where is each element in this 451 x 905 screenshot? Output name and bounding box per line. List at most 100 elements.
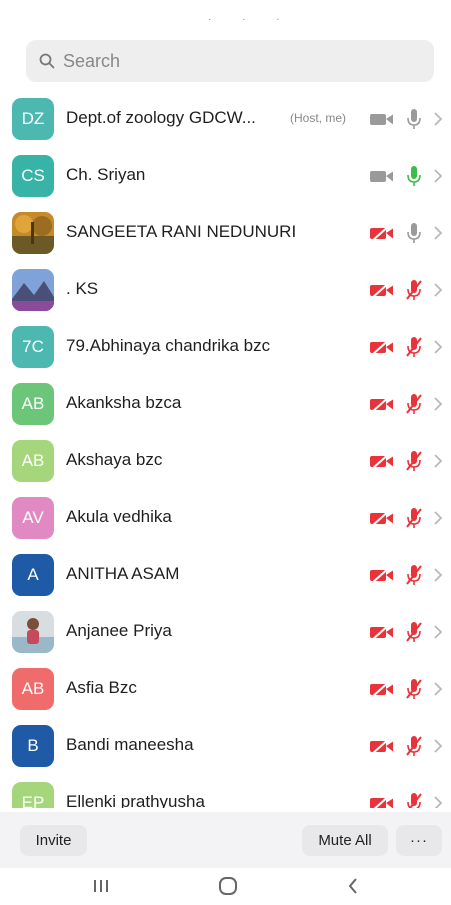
participant-name: 79.Abhinaya chandrika bzc bbox=[66, 336, 271, 355]
participant-list[interactable]: DZ Dept.of zoology GDCW... (Host, me) CS Ch… bbox=[0, 90, 451, 808]
home-icon[interactable] bbox=[213, 874, 243, 898]
chevron-right-icon[interactable] bbox=[433, 681, 443, 697]
host-tag: (Host, me) bbox=[290, 111, 347, 125]
mic-on-icon[interactable] bbox=[405, 165, 423, 187]
avatar bbox=[12, 212, 54, 254]
participant-controls bbox=[369, 621, 443, 643]
participant-row[interactable]: SANGEETA RANI NEDUNURI bbox=[0, 204, 451, 261]
avatar: AB bbox=[12, 383, 54, 425]
mic-muted-icon[interactable] bbox=[405, 450, 423, 472]
participant-controls bbox=[369, 792, 443, 808]
search-input[interactable]: Search bbox=[26, 40, 434, 82]
video-off-icon[interactable] bbox=[369, 281, 395, 299]
chevron-right-icon[interactable] bbox=[433, 339, 443, 355]
chevron-right-icon[interactable] bbox=[433, 396, 443, 412]
mic-muted-icon[interactable] bbox=[405, 792, 423, 808]
chevron-right-icon[interactable] bbox=[433, 225, 443, 241]
chevron-right-icon[interactable] bbox=[433, 282, 443, 298]
participant-row[interactable]: AB Akshaya bzc bbox=[0, 432, 451, 489]
participant-name: Akanksha bzca bbox=[66, 393, 182, 412]
chevron-right-icon[interactable] bbox=[433, 738, 443, 754]
participant-name: ANITHA ASAM bbox=[66, 564, 180, 583]
video-off-icon[interactable] bbox=[369, 680, 395, 698]
participant-row[interactable]: AB Akanksha bzca bbox=[0, 375, 451, 432]
chevron-right-icon[interactable] bbox=[433, 567, 443, 583]
participant-name: Anjanee Priya bbox=[66, 621, 172, 640]
participant-name: Ch. Sriyan bbox=[66, 165, 146, 184]
participant-row[interactable]: . KS bbox=[0, 261, 451, 318]
avatar: B bbox=[12, 725, 54, 767]
participant-row[interactable]: A ANITHA ASAM bbox=[0, 546, 451, 603]
participant-name: . KS bbox=[66, 279, 99, 298]
participant-row[interactable]: EP Ellenki prathyusha bbox=[0, 774, 451, 808]
recent-apps-icon[interactable] bbox=[86, 874, 116, 898]
participant-row[interactable]: AB Asfia Bzc bbox=[0, 660, 451, 717]
participant-row[interactable]: AV Akula vedhika bbox=[0, 489, 451, 546]
mic-on-icon[interactable] bbox=[405, 222, 423, 244]
video-on-icon[interactable] bbox=[369, 110, 395, 128]
avatar: AB bbox=[12, 668, 54, 710]
back-icon[interactable] bbox=[338, 874, 368, 898]
video-off-icon[interactable] bbox=[369, 623, 395, 641]
participant-name: Akshaya bzc bbox=[66, 450, 163, 469]
mic-muted-icon[interactable] bbox=[405, 621, 423, 643]
video-off-icon[interactable] bbox=[369, 452, 395, 470]
mic-muted-icon[interactable] bbox=[405, 393, 423, 415]
chevron-right-icon[interactable] bbox=[433, 111, 443, 127]
participant-controls bbox=[369, 393, 443, 415]
status-strip: · · · bbox=[0, 0, 451, 34]
mic-muted-icon[interactable] bbox=[405, 279, 423, 301]
participant-name: Ellenki prathyusha bbox=[66, 792, 205, 808]
participant-row[interactable]: DZ Dept.of zoology GDCW... (Host, me) bbox=[0, 90, 451, 147]
participant-row[interactable]: 7C 79.Abhinaya chandrika bzc bbox=[0, 318, 451, 375]
participant-name: Dept.of zoology GDCW... bbox=[66, 108, 256, 127]
search-placeholder: Search bbox=[63, 51, 121, 71]
participant-controls bbox=[369, 108, 443, 130]
avatar: EP bbox=[12, 782, 54, 808]
mic-muted-icon[interactable] bbox=[405, 336, 423, 358]
video-off-icon[interactable] bbox=[369, 737, 395, 755]
video-on-icon[interactable] bbox=[369, 167, 395, 185]
mic-on-icon[interactable] bbox=[405, 108, 423, 130]
mic-muted-icon[interactable] bbox=[405, 735, 423, 757]
participant-name: Asfia Bzc bbox=[66, 678, 137, 697]
mic-muted-icon[interactable] bbox=[405, 507, 423, 529]
mic-muted-icon[interactable] bbox=[405, 678, 423, 700]
status-dots: · · · bbox=[208, 14, 294, 25]
avatar: AV bbox=[12, 497, 54, 539]
participant-controls bbox=[369, 450, 443, 472]
participant-row[interactable]: CS Ch. Sriyan bbox=[0, 147, 451, 204]
chevron-right-icon[interactable] bbox=[433, 168, 443, 184]
avatar: DZ bbox=[12, 98, 54, 140]
chevron-right-icon[interactable] bbox=[433, 624, 443, 640]
participant-row[interactable]: B Bandi maneesha bbox=[0, 717, 451, 774]
participant-controls bbox=[369, 678, 443, 700]
participant-name: SANGEETA RANI NEDUNURI bbox=[66, 222, 297, 241]
video-off-icon[interactable] bbox=[369, 224, 395, 242]
avatar bbox=[12, 611, 54, 653]
video-off-icon[interactable] bbox=[369, 509, 395, 527]
search-icon bbox=[39, 53, 55, 69]
invite-button[interactable]: Invite bbox=[20, 825, 87, 856]
chevron-right-icon[interactable] bbox=[433, 453, 443, 469]
mute-all-button[interactable]: Mute All bbox=[302, 825, 388, 856]
participant-controls bbox=[369, 222, 443, 244]
participant-row[interactable]: Anjanee Priya bbox=[0, 603, 451, 660]
chevron-right-icon[interactable] bbox=[433, 795, 443, 808]
more-options-button[interactable]: ··· bbox=[396, 825, 442, 856]
participant-name: Akula vedhika bbox=[66, 507, 172, 526]
video-off-icon[interactable] bbox=[369, 566, 395, 584]
avatar: 7C bbox=[12, 326, 54, 368]
participant-controls bbox=[369, 735, 443, 757]
avatar bbox=[12, 269, 54, 311]
android-nav-bar bbox=[0, 868, 451, 905]
participant-controls bbox=[369, 279, 443, 301]
video-off-icon[interactable] bbox=[369, 395, 395, 413]
video-off-icon[interactable] bbox=[369, 794, 395, 808]
participant-controls bbox=[369, 564, 443, 586]
chevron-right-icon[interactable] bbox=[433, 510, 443, 526]
avatar: A bbox=[12, 554, 54, 596]
participant-controls bbox=[369, 507, 443, 529]
mic-muted-icon[interactable] bbox=[405, 564, 423, 586]
video-off-icon[interactable] bbox=[369, 338, 395, 356]
